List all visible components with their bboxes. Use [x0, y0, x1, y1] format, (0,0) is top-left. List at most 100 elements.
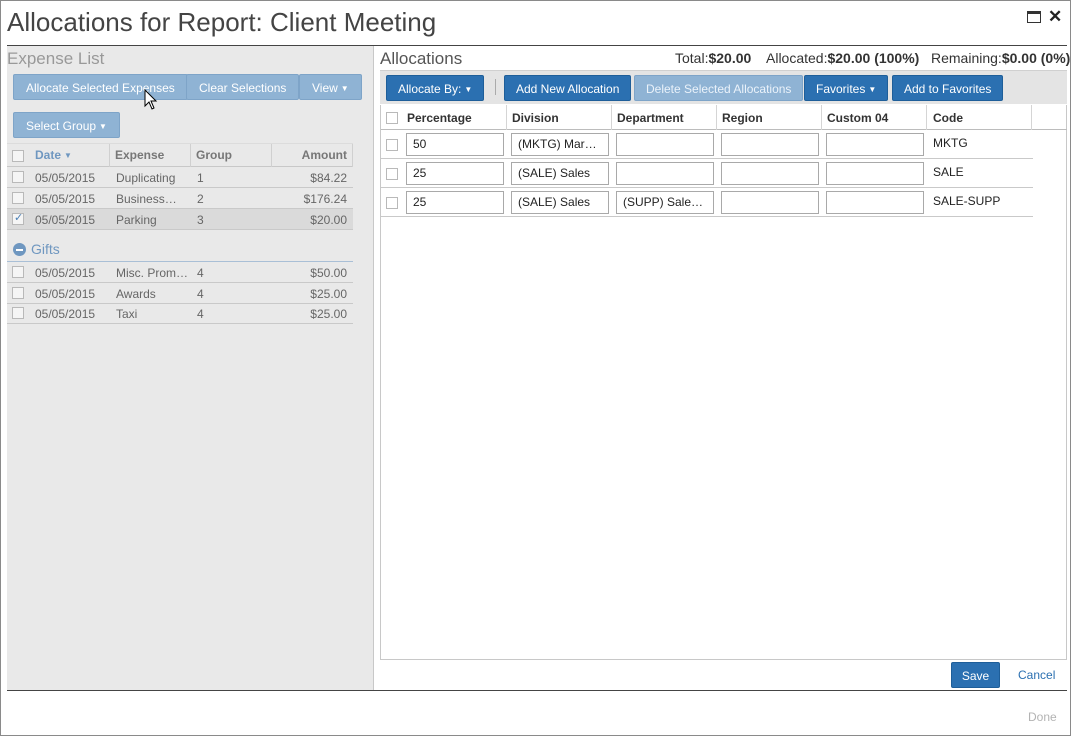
- column-separator: [190, 144, 191, 167]
- expense-amount: $20.00: [310, 213, 347, 227]
- expense-row[interactable]: 05/05/2015 Misc. Prom… 4 $50.00: [7, 262, 353, 283]
- allocation-row: 25 (SALE) Sales SALE: [381, 159, 1033, 188]
- add-new-allocation-button[interactable]: Add New Allocation: [504, 75, 632, 101]
- column-percentage[interactable]: Percentage: [407, 111, 472, 125]
- allocations-toolbar: Allocate By: ▼ Add New Allocation Delete …: [380, 70, 1067, 104]
- row-checkbox[interactable]: [12, 307, 24, 319]
- expense-row-selected[interactable]: 05/05/2015 Parking 3 $20.00: [7, 209, 353, 230]
- department-input[interactable]: [616, 162, 714, 185]
- done-button[interactable]: Done: [1028, 710, 1057, 724]
- row-checkbox-checked[interactable]: [12, 211, 24, 225]
- select-all-checkbox[interactable]: [12, 150, 24, 162]
- expense-table-header: Date ▼ Expense Group Amount: [7, 143, 353, 167]
- allocation-row: 25 (SALE) Sales (SUPP) Sales Support SAL…: [381, 188, 1033, 217]
- division-input[interactable]: (SALE) Sales: [511, 191, 609, 214]
- row-checkbox[interactable]: [386, 168, 398, 180]
- column-separator: [271, 144, 272, 167]
- expense-date: 05/05/2015: [35, 307, 96, 321]
- column-separator: [506, 105, 507, 130]
- add-to-favorites-label: Add to Favorites: [904, 82, 992, 96]
- expense-group: 1: [197, 171, 204, 185]
- percentage-input[interactable]: 25: [406, 191, 504, 214]
- column-region[interactable]: Region: [722, 111, 763, 125]
- expense-date: 05/05/2015: [35, 192, 96, 206]
- division-input[interactable]: (SALE) Sales: [511, 162, 609, 185]
- column-division[interactable]: Division: [512, 111, 559, 125]
- column-separator: [926, 105, 927, 130]
- allocations-grid: Percentage Division Department Region Cu…: [380, 105, 1067, 660]
- close-icon[interactable]: ✕: [1048, 7, 1062, 27]
- column-separator: [352, 144, 353, 167]
- expense-row[interactable]: 05/05/2015 Duplicating 1 $84.22: [7, 167, 353, 188]
- column-department[interactable]: Department: [617, 111, 684, 125]
- dialog-title: Allocations for Report: Client Meeting: [7, 7, 437, 37]
- expense-list-pane: Expense List Allocate Selected Expenses …: [7, 46, 374, 690]
- expense-list-heading: Expense List: [7, 49, 105, 68]
- expense-type: Parking: [116, 213, 157, 227]
- gifts-group-header[interactable]: Gifts: [7, 238, 353, 262]
- column-separator: [1031, 105, 1032, 130]
- delete-selected-allocations-button[interactable]: Delete Selected Allocations: [634, 75, 804, 101]
- column-date[interactable]: Date ▼: [35, 148, 72, 162]
- allocation-code: MKTG: [933, 136, 968, 150]
- maximize-icon[interactable]: [1027, 11, 1041, 23]
- row-checkbox[interactable]: [386, 197, 398, 209]
- department-input[interactable]: (SUPP) Sales Support: [616, 191, 714, 214]
- remaining-label: Remaining:: [931, 50, 1002, 66]
- percentage-input[interactable]: 50: [406, 133, 504, 156]
- add-to-favorites-button[interactable]: Add to Favorites: [892, 75, 1004, 101]
- view-menu-button[interactable]: View ▼: [299, 74, 362, 100]
- row-checkbox[interactable]: [12, 266, 24, 278]
- column-amount[interactable]: Amount: [302, 148, 347, 162]
- expense-amount: $176.24: [303, 192, 347, 206]
- region-input[interactable]: [721, 133, 819, 156]
- row-checkbox[interactable]: [12, 171, 24, 183]
- save-button[interactable]: Save: [951, 662, 1000, 688]
- column-separator: [109, 144, 110, 167]
- cancel-link[interactable]: Cancel: [1018, 668, 1055, 682]
- caret-down-icon: ▼: [340, 84, 349, 93]
- department-input[interactable]: [616, 133, 714, 156]
- row-checkbox[interactable]: [12, 192, 24, 204]
- allocate-by-button[interactable]: Allocate By: ▼: [386, 75, 485, 101]
- select-all-allocations-checkbox[interactable]: [386, 112, 398, 124]
- expense-amount: $25.00: [310, 287, 347, 301]
- column-separator: [821, 105, 822, 130]
- row-checkbox[interactable]: [386, 139, 398, 151]
- favorites-label: Favorites: [816, 82, 866, 96]
- caret-down-icon: ▼: [464, 85, 473, 94]
- favorites-button[interactable]: Favorites ▼: [804, 75, 889, 101]
- allocations-grid-header: Percentage Division Department Region Cu…: [381, 105, 1067, 130]
- total-amount: Total:$20.00: [675, 50, 751, 66]
- expense-row[interactable]: 05/05/2015 Taxi 4 $25.00: [7, 303, 353, 324]
- column-group[interactable]: Group: [196, 148, 232, 162]
- percentage-input[interactable]: 25: [406, 162, 504, 185]
- clear-selections-button[interactable]: Clear Selections: [186, 74, 300, 100]
- collapse-icon[interactable]: [13, 243, 26, 256]
- custom04-input[interactable]: [826, 133, 924, 156]
- column-expense[interactable]: Expense: [115, 148, 164, 162]
- division-input[interactable]: (MKTG) Marketing: [511, 133, 609, 156]
- column-code[interactable]: Code: [933, 111, 963, 125]
- expense-group: 2: [197, 192, 204, 206]
- expense-amount: $50.00: [310, 266, 347, 280]
- column-separator: [716, 105, 717, 130]
- allocate-selected-expenses-button[interactable]: Allocate Selected Expenses: [13, 74, 188, 100]
- custom04-input[interactable]: [826, 162, 924, 185]
- expense-row[interactable]: 05/05/2015 Awards 4 $25.00: [7, 283, 353, 304]
- row-checkbox[interactable]: [12, 287, 24, 299]
- allocated-value: $20.00 (100%): [827, 50, 920, 66]
- select-group-label: Select Group: [26, 119, 97, 133]
- select-group-button[interactable]: Select Group ▼: [13, 112, 120, 138]
- custom04-input[interactable]: [826, 191, 924, 214]
- region-input[interactable]: [721, 191, 819, 214]
- expense-type: Business…: [116, 192, 177, 206]
- expense-amount: $25.00: [310, 307, 347, 321]
- caret-down-icon: ▼: [868, 85, 877, 94]
- mouse-pointer-icon: [144, 89, 158, 110]
- expense-amount: $84.22: [310, 171, 347, 185]
- column-custom04[interactable]: Custom 04: [827, 111, 888, 125]
- region-input[interactable]: [721, 162, 819, 185]
- allocated-label: Allocated:: [766, 50, 828, 66]
- expense-row[interactable]: 05/05/2015 Business… 2 $176.24: [7, 188, 353, 209]
